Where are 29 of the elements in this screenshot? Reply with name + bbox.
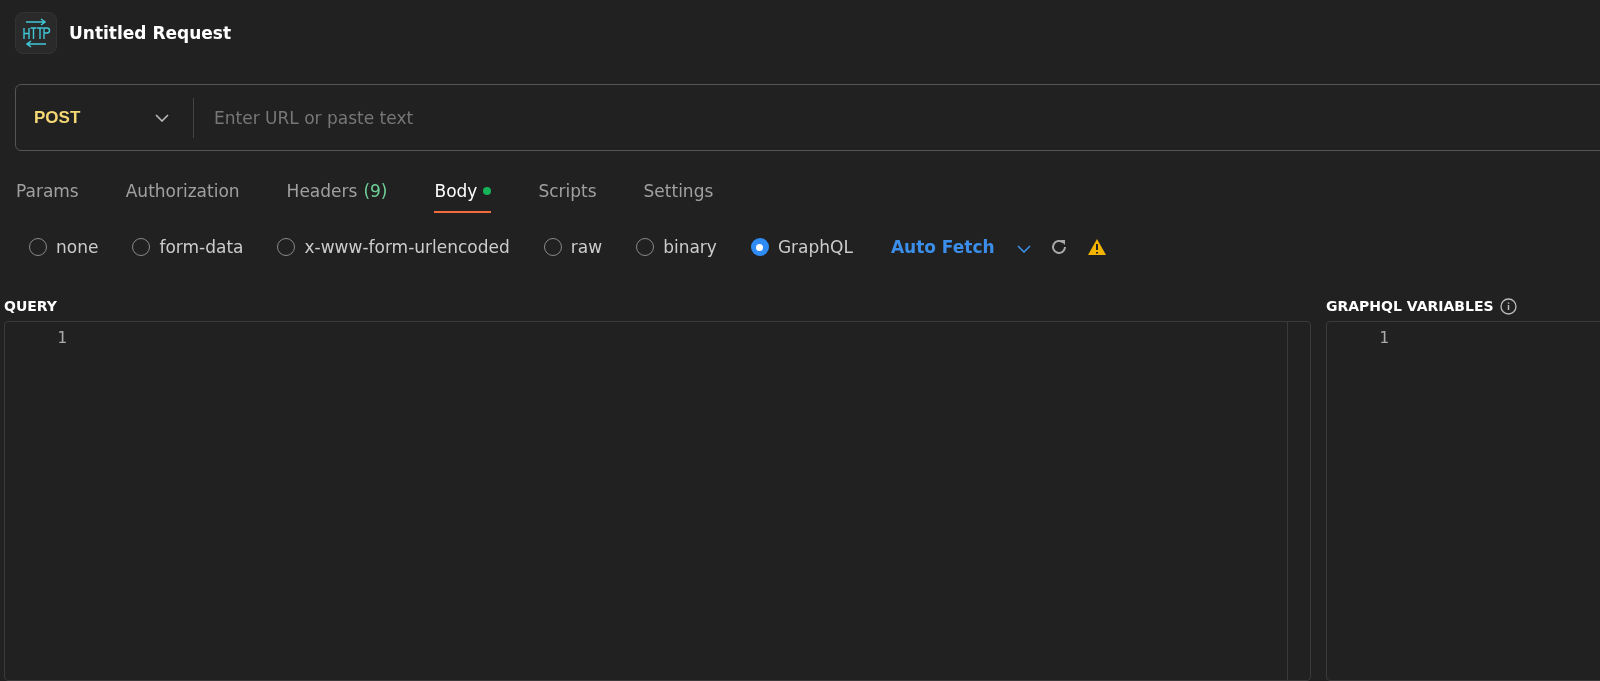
radio-button[interactable] [750,238,769,256]
line-number: 1 [1378,328,1389,347]
radio-label[interactable]: raw [570,237,603,257]
url-field[interactable]: POST Enter URL or paste text [15,84,1600,151]
radio-label[interactable]: x-www-form-urlencoded [304,237,510,257]
code-editor[interactable]: 1 [1326,321,1600,681]
code-editor[interactable]: 1 [4,321,1311,681]
chevron-down-icon [155,113,169,122]
request-title: Untitled Request [69,22,232,43]
auto-fetch-button[interactable]: Auto Fetch [890,237,995,257]
section-label: QUERY [4,298,57,314]
request-tab[interactable]: Scripts [538,179,597,213]
radio-label[interactable]: form-data [159,237,244,257]
radio-label[interactable]: GraphQL [777,237,853,257]
request-tab[interactable]: Headers (9) [286,179,388,213]
http-icon [15,11,57,54]
warning-icon[interactable] [1086,238,1107,256]
method-dropdown[interactable]: POST [16,97,194,138]
radio-label[interactable]: binary [663,237,717,257]
request-tab[interactable]: Params [16,179,79,213]
section-label: GRAPHQL VARIABLES [1326,298,1494,314]
radio-label[interactable]: none [56,237,99,257]
request-tab[interactable]: Authorization [125,179,240,213]
line-number: 1 [56,328,67,347]
info-icon[interactable] [1499,297,1517,315]
request-tab[interactable]: Body [434,179,492,213]
count-label: (9) [363,181,388,201]
request-tab[interactable]: Settings [643,179,714,213]
chevron-down-icon [1016,244,1031,253]
